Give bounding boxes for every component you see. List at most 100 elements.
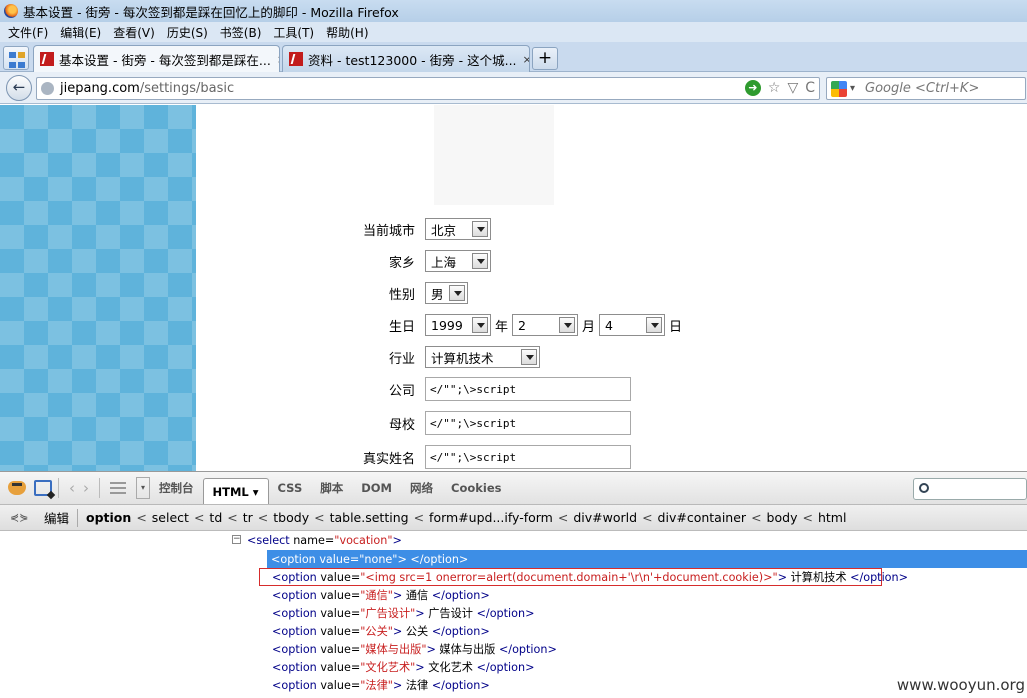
menu-tools[interactable]: 工具(T) — [267, 24, 320, 41]
attr-name: value= — [320, 588, 361, 602]
option-node[interactable]: <option value= "公关" > 公关 </option> — [272, 622, 490, 640]
attr-name: value= — [319, 552, 360, 566]
option-node[interactable]: <option value= "法律" > 法律 </option> — [272, 676, 490, 694]
tab-net[interactable]: 网络 — [401, 480, 442, 496]
birth-year-select[interactable]: 1999 — [425, 314, 491, 336]
attr-name: value= — [320, 642, 361, 656]
crumb-select[interactable]: select — [152, 510, 189, 525]
crumb-div-container[interactable]: div#container — [658, 510, 747, 525]
jiepang-favicon-icon — [289, 52, 303, 66]
forward-arrow-icon[interactable]: › — [83, 479, 89, 497]
crumb-td[interactable]: td — [209, 510, 222, 525]
realname-input[interactable]: </"";\>script — [425, 445, 631, 469]
option-node-xss[interactable]: <option value= "<img src=1 onerror=alert(… — [259, 568, 908, 586]
menu-bookmarks[interactable]: 书签(B) — [214, 24, 268, 41]
tab-html[interactable]: HTML ▾ — [202, 478, 269, 504]
school-input[interactable]: </"";\>script — [425, 411, 631, 435]
search-engine-dropdown-icon[interactable]: ▾ — [850, 83, 855, 94]
bookmark-star-icon[interactable]: ☆ — [768, 80, 781, 96]
option-text: 法律 — [405, 679, 429, 692]
navigation-bar: ← jiepang.com/settings/basic ➜ ☆ ▽ C ▾ G… — [0, 72, 1027, 104]
url-bar[interactable]: jiepang.com/settings/basic ➜ ☆ ▽ C — [36, 77, 820, 100]
crumb-tr[interactable]: tr — [243, 510, 253, 525]
tab-dom[interactable]: DOM — [352, 481, 401, 495]
industry-label: 行业 — [388, 351, 415, 367]
tab-close-icon[interactable]: × — [517, 53, 529, 66]
tab-profile[interactable]: 资料 - test123000 - 街旁 - 这个城... × — [282, 45, 530, 72]
month-unit: 月 — [582, 319, 596, 335]
expand-collapse-icon[interactable]: ⋞⋟ — [10, 511, 28, 524]
history-dropdown-icon[interactable]: ▽ — [787, 80, 798, 96]
attr-value: "公关" — [360, 625, 393, 638]
collapse-toggle-icon[interactable]: − — [232, 535, 241, 544]
tag-bracket: > — [392, 678, 403, 692]
crumb-div-world[interactable]: div#world — [573, 510, 637, 525]
tab-css[interactable]: CSS — [269, 481, 312, 495]
birth-month-select[interactable]: 2 — [512, 314, 579, 336]
tag-name: <option — [271, 552, 316, 566]
inspect-element-icon[interactable] — [34, 480, 52, 496]
school-row: 母校 </"";\>script — [300, 411, 1000, 435]
chevron-down-icon — [646, 317, 663, 333]
reload-icon[interactable]: C — [805, 80, 815, 96]
edit-button[interactable]: 编辑 — [44, 508, 69, 527]
attr-name: value= — [320, 624, 361, 638]
tag-bracket: > — [426, 642, 436, 656]
hometown-select[interactable]: 上海 — [425, 250, 491, 272]
tab-console[interactable]: 控制台 — [150, 480, 203, 496]
search-box[interactable]: ▾ Google <Ctrl+K> — [826, 77, 1026, 100]
option-node[interactable]: <option value= "通信" > 通信 </option> — [272, 586, 490, 604]
tab-script[interactable]: 脚本 — [311, 480, 352, 496]
hometown-label: 家乡 — [388, 255, 415, 271]
panel-dropdown-button[interactable]: ▾ — [136, 477, 150, 499]
page-content: 当前城市 北京 家乡 上海 性别 男 生日 1999 年 2 月 4 日 行业 — [0, 105, 1027, 471]
crumb-table[interactable]: table.setting — [330, 510, 409, 525]
crumb-separator: < — [257, 510, 269, 525]
menu-help[interactable]: 帮助(H) — [320, 24, 374, 41]
crumb-separator: < — [557, 510, 569, 525]
crumb-option[interactable]: option — [86, 510, 131, 525]
option-node[interactable]: <option value= "文化艺术" > 文化艺术 </option> — [272, 658, 534, 676]
tab-groups-button[interactable] — [3, 46, 29, 70]
realname-row: 真实姓名 </"";\>script — [300, 445, 1000, 469]
html-tree: − <select name= "vocation" > <option value… — [0, 531, 1027, 698]
birth-day-select[interactable]: 4 — [599, 314, 666, 336]
toolbar-divider — [58, 478, 59, 498]
select-node[interactable]: <select name= "vocation" > — [247, 531, 402, 549]
google-engine-icon[interactable] — [831, 80, 847, 97]
tab-basic-settings[interactable]: 基本设置 - 街旁 - 每次签到都是踩在... × — [33, 45, 280, 72]
crumb-html[interactable]: html — [818, 510, 846, 525]
gender-select[interactable]: 男 — [425, 282, 468, 304]
attr-value: "文化艺术" — [360, 661, 416, 674]
menu-view[interactable]: 查看(V) — [107, 24, 161, 41]
city-select[interactable]: 北京 — [425, 218, 491, 240]
tab-close-icon[interactable]: × — [271, 53, 279, 66]
option-node[interactable]: <option value= "媒体与出版" > 媒体与出版 </option> — [272, 640, 557, 658]
crumb-separator: < — [413, 510, 425, 525]
attr-name: value= — [320, 660, 361, 674]
tag-close: </option> — [498, 642, 557, 656]
firebug-search-input[interactable] — [913, 478, 1027, 500]
industry-select[interactable]: 计算机技术 — [425, 346, 540, 368]
firebug-bug-icon[interactable] — [8, 481, 26, 495]
option-node[interactable]: <option value= "广告设计" > 广告设计 </option> — [272, 604, 534, 622]
back-arrow-icon[interactable]: ‹ — [69, 479, 75, 497]
menu-edit[interactable]: 编辑(E) — [54, 24, 107, 41]
new-tab-button[interactable]: + — [532, 47, 558, 70]
go-arrow-icon[interactable]: ➜ — [744, 80, 761, 96]
tag-close: </option> — [850, 570, 908, 584]
city-value: 北京 — [431, 222, 457, 238]
crumb-tbody[interactable]: tbody — [273, 510, 309, 525]
company-input[interactable]: </"";\>script — [425, 377, 631, 401]
menu-file[interactable]: 文件(F) — [2, 24, 54, 41]
option-node-selected[interactable]: <option value= "none" > </option> — [267, 550, 1027, 568]
watermark: www.wooyun.org — [896, 676, 1025, 694]
back-button[interactable]: ← — [6, 75, 32, 101]
crumb-form[interactable]: form#upd...ify-form — [429, 510, 553, 525]
menu-bar: 文件(F) 编辑(E) 查看(V) 历史(S) 书签(B) 工具(T) 帮助(H… — [0, 22, 1027, 42]
site-identity-icon[interactable] — [41, 82, 54, 95]
tab-cookies[interactable]: Cookies — [442, 481, 510, 495]
menu-history[interactable]: 历史(S) — [161, 24, 214, 41]
crumb-body[interactable]: body — [767, 510, 798, 525]
command-line-icon[interactable] — [110, 482, 126, 494]
